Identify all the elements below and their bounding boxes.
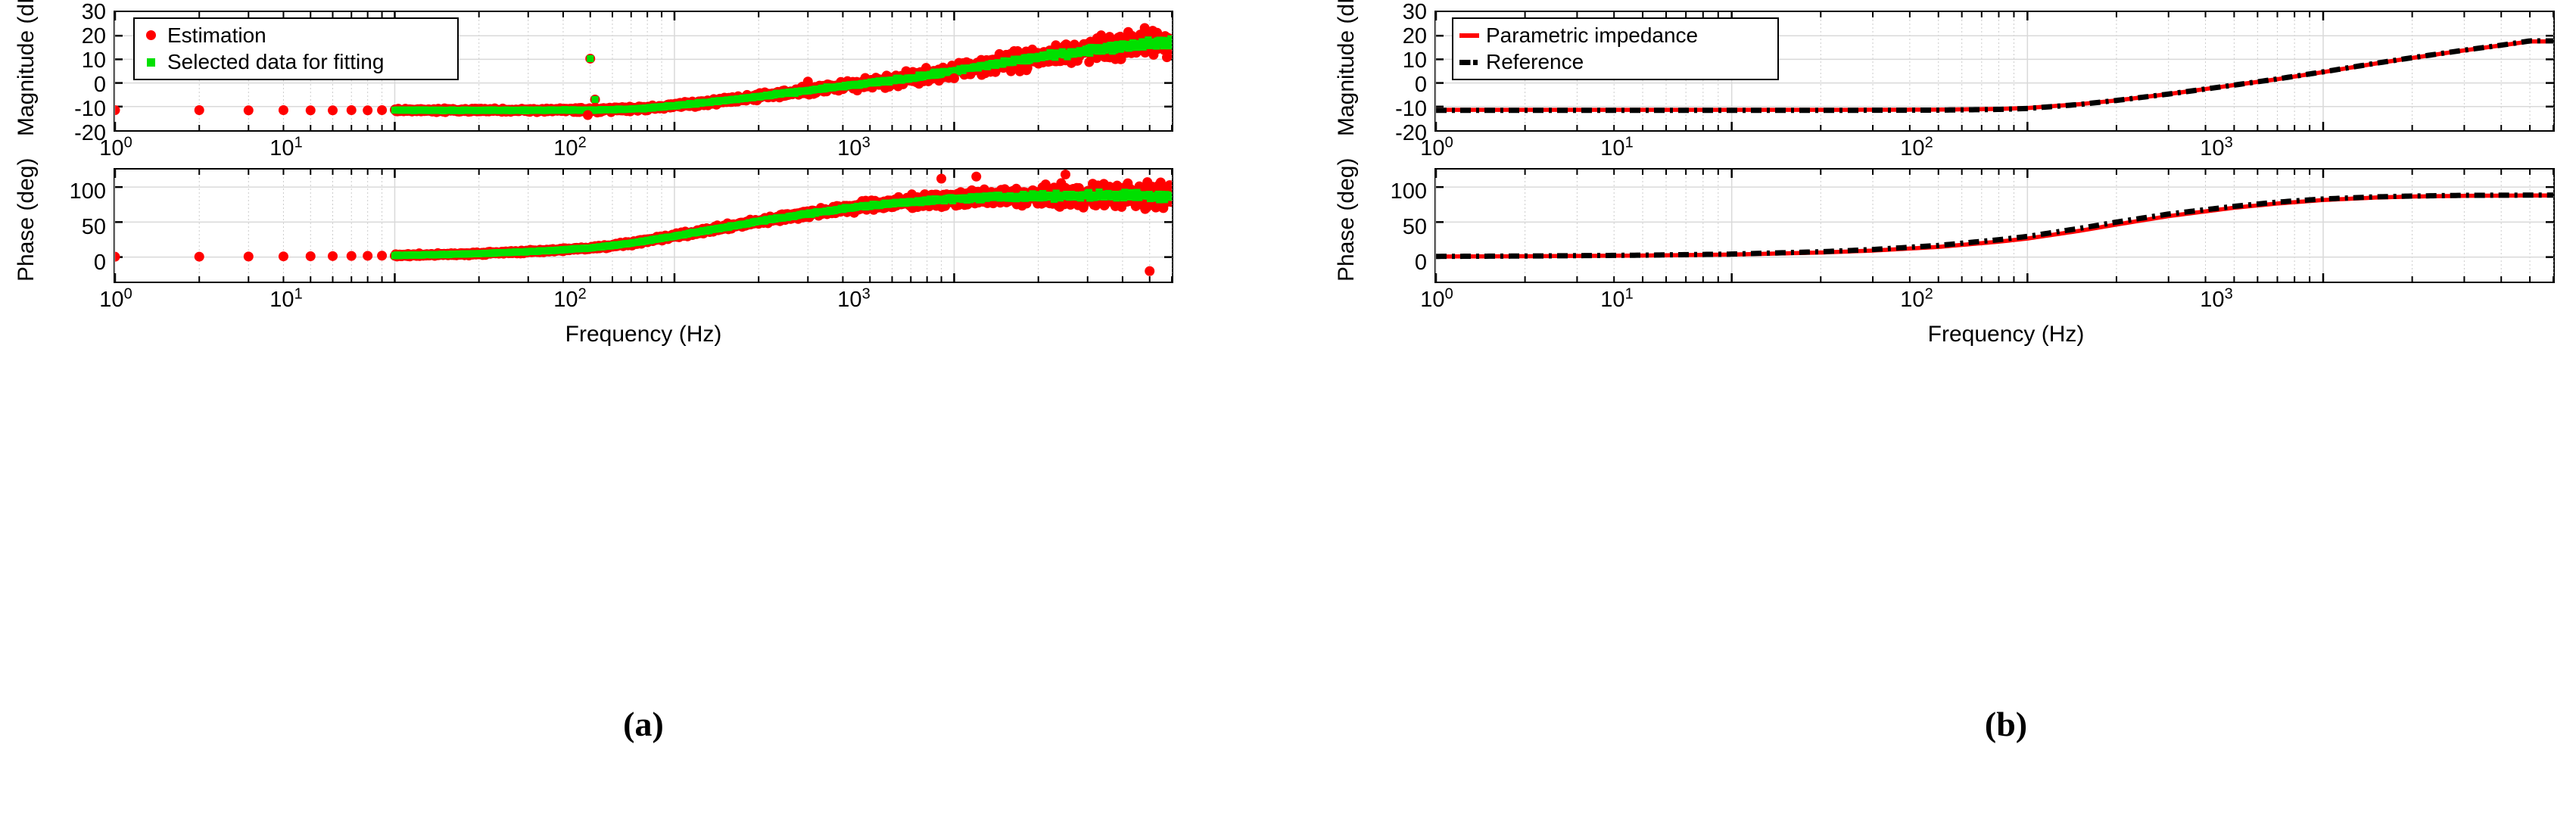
xtick-b-ph-10-exp: 1 [1624,285,1634,303]
ytick-b-ph-100: 100 [1390,179,1427,204]
xtick-b-mag-100-exp: 2 [1924,134,1933,151]
xtick-a-mag-100-mantissa: 10 [553,136,578,160]
ytick-b-mag-10: 10 [1402,48,1427,73]
xtick-b-mag-100-mantissa: 10 [1900,136,1925,160]
axis-label-b-x: Frequency (Hz) [1927,322,2085,347]
xtick-a-ph-1000-exp: 3 [861,285,871,303]
xtick-a-mag-10: 101 [260,135,313,160]
ytick-a-mag-0: 0 [93,73,106,97]
ytick-a-ph-100: 100 [69,179,106,204]
estimation-dot-icon [141,30,160,41]
legend-label-reference: Reference [1486,50,1584,74]
ytick-a-ph-0: 0 [93,251,106,275]
xtick-b-ph-1000-mantissa: 10 [2200,288,2225,312]
xtick-b-mag-1000: 103 [2190,135,2243,160]
xtick-b-mag-1-exp: 0 [1444,134,1453,151]
xtick-b-ph-100-mantissa: 10 [1900,288,1925,312]
plot-b-phase [1434,170,2554,282]
xtick-a-ph-10-exp: 1 [294,285,303,303]
panel-b: Magnitude (dB) 30 20 10 0 -10 -20 100 10… [1287,0,2576,816]
panel-a: Magnitude (dB) 30 20 10 0 -10 -20 100 10… [0,0,1287,816]
legend-label-estimation: Estimation [167,23,266,47]
xtick-a-ph-100: 102 [544,286,596,312]
xtick-a-mag-1000: 103 [827,135,880,160]
xtick-a-mag-1000-exp: 3 [861,134,871,151]
axis-label-a-phase-y: Phase (deg) [14,157,39,282]
xtick-b-ph-1: 100 [1410,286,1463,312]
ytick-b-mag-20: 20 [1402,24,1427,48]
figure-root: Magnitude (dB) 30 20 10 0 -10 -20 100 10… [0,0,2576,816]
xtick-a-ph-1000: 103 [827,286,880,312]
legend-label-parametric: Parametric impedance [1486,23,1699,47]
selected-square-icon [141,58,160,67]
legend-a[interactable]: Estimation Selected data for fitting [133,17,459,80]
legend-b[interactable]: Parametric impedance Reference [1452,17,1779,80]
ytick-a-mag-neg10: -10 [74,97,106,121]
xtick-b-ph-10-mantissa: 10 [1600,288,1625,312]
xtick-b-ph-100-exp: 2 [1924,285,1933,303]
parametric-line-icon [1459,33,1479,38]
xtick-b-mag-1-mantissa: 10 [1420,136,1445,160]
caption-a: (a) [623,705,664,743]
ytick-a-ph-50: 50 [81,215,106,239]
ytick-b-mag-30: 30 [1402,0,1427,24]
xtick-b-ph-10: 101 [1590,286,1643,312]
xtick-a-mag-100-exp: 2 [578,134,587,151]
legend-item-selected[interactable]: Selected data for fitting [141,51,450,75]
ytick-a-mag-10: 10 [81,48,106,73]
ytick-b-mag-neg10: -10 [1395,97,1427,121]
xtick-b-mag-10: 101 [1590,135,1643,160]
xtick-a-mag-100: 102 [544,135,596,160]
xtick-b-ph-1-mantissa: 10 [1420,288,1445,312]
xtick-b-ph-1000-exp: 3 [2224,285,2233,303]
xtick-b-mag-1000-mantissa: 10 [2200,136,2225,160]
xtick-a-mag-1-exp: 0 [123,134,132,151]
xtick-b-mag-1000-exp: 3 [2224,134,2233,151]
xtick-b-mag-100: 102 [1890,135,1943,160]
xtick-b-mag-10-exp: 1 [1624,134,1634,151]
xtick-a-ph-100-exp: 2 [578,285,587,303]
ytick-b-ph-50: 50 [1402,215,1427,239]
legend-item-reference[interactable]: Reference [1459,51,1770,75]
axis-label-a-magnitude-y: Magnitude (dB) [14,0,39,136]
axis-label-b-phase-y: Phase (deg) [1334,157,1359,282]
xtick-b-mag-1: 100 [1410,135,1463,160]
xtick-a-mag-10-exp: 1 [294,134,303,151]
legend-item-parametric[interactable]: Parametric impedance [1459,23,1770,48]
axis-label-a-x: Frequency (Hz) [565,322,722,347]
plot-a-phase [114,170,1173,282]
reference-dashed-line-icon [1459,59,1479,65]
legend-item-estimation[interactable]: Estimation [141,23,450,48]
ytick-b-ph-0: 0 [1414,251,1427,275]
xtick-a-mag-10-mantissa: 10 [269,136,294,160]
xtick-b-ph-1000: 103 [2190,286,2243,312]
xtick-a-mag-1: 100 [89,135,142,160]
xtick-a-mag-1000-mantissa: 10 [837,136,862,160]
ytick-a-mag-30: 30 [81,0,106,24]
xtick-b-mag-10-mantissa: 10 [1600,136,1625,160]
axis-label-b-magnitude-y: Magnitude (dB) [1334,0,1359,136]
xtick-a-ph-10: 101 [260,286,313,312]
xtick-a-ph-10-mantissa: 10 [269,288,294,312]
xtick-a-ph-1000-mantissa: 10 [837,288,862,312]
xtick-a-ph-1-mantissa: 10 [99,288,124,312]
axes-a-phase [114,168,1173,283]
axes-b-phase [1434,168,2555,283]
xtick-a-mag-1-mantissa: 10 [99,136,124,160]
ytick-a-mag-20: 20 [81,24,106,48]
ytick-b-mag-0: 0 [1414,73,1427,97]
xtick-a-ph-100-mantissa: 10 [553,288,578,312]
xtick-b-ph-1-exp: 0 [1444,285,1453,303]
xtick-b-ph-100: 102 [1890,286,1943,312]
legend-label-selected: Selected data for fitting [167,50,385,74]
xtick-a-ph-1: 100 [89,286,142,312]
xtick-a-ph-1-exp: 0 [123,285,132,303]
caption-b: (b) [1984,705,2028,743]
